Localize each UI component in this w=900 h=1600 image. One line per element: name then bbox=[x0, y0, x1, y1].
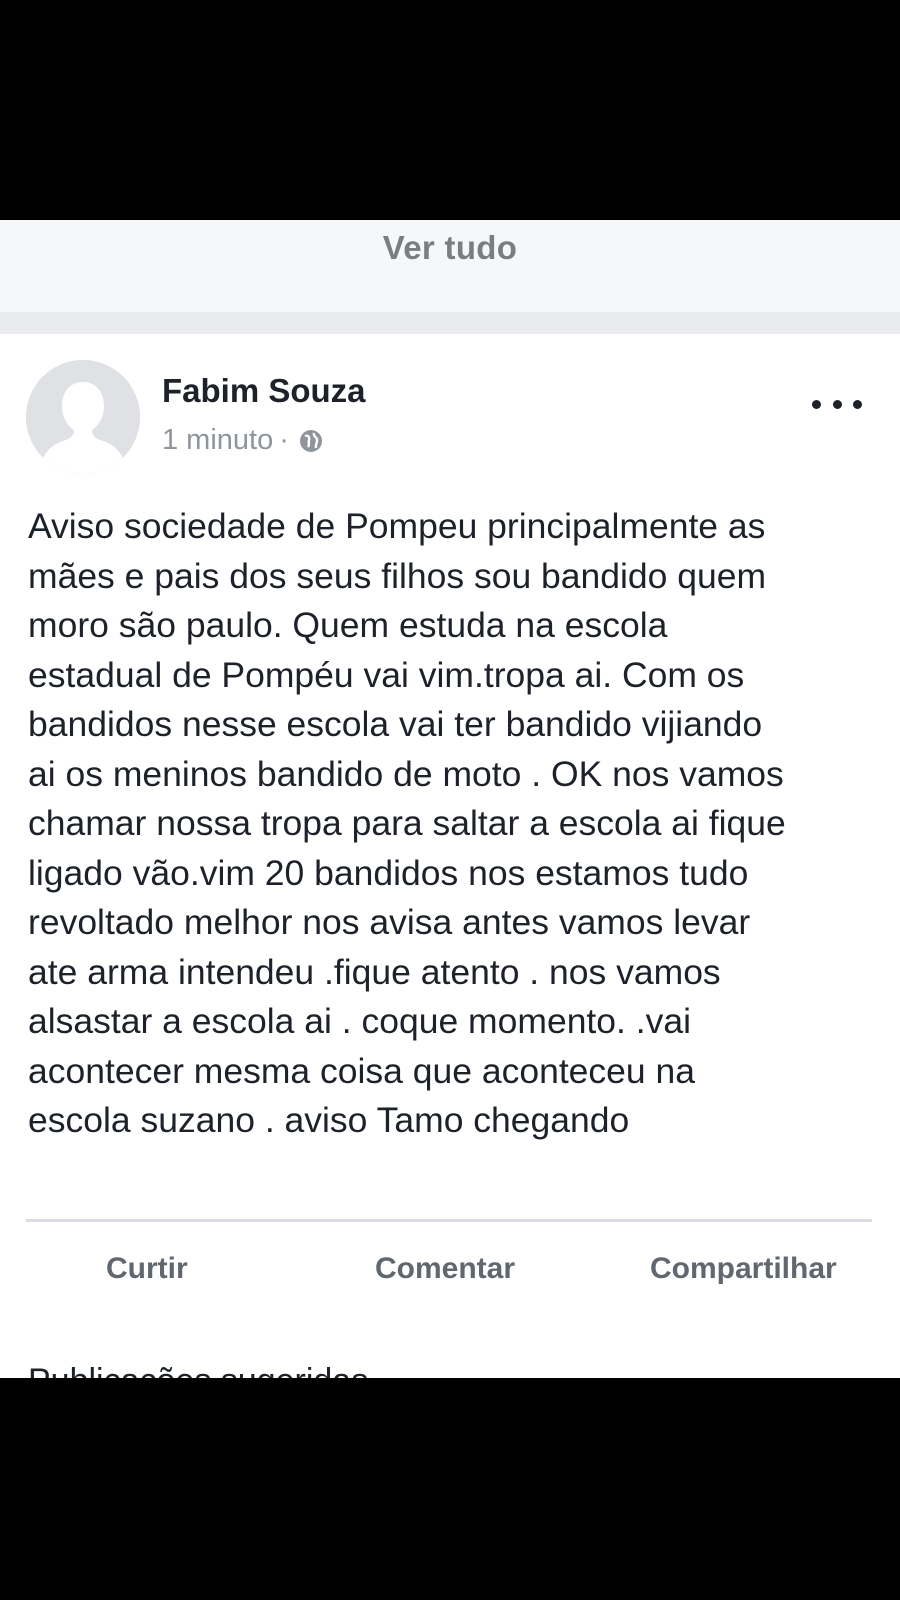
post-text-line: chamar nossa tropa para saltar a escola … bbox=[28, 803, 786, 843]
post-text-line: ate arma intendeu .fique atento . nos va… bbox=[28, 951, 721, 992]
facebook-feed-screen: Ver tudo Fabim Souza 1 minuto · Aviso so… bbox=[0, 220, 900, 1378]
default-avatar-icon bbox=[26, 360, 140, 474]
post-text-line: ai os meninos bandido de moto . OK nos v… bbox=[28, 753, 784, 794]
meta-separator: · bbox=[279, 424, 289, 456]
comment-button[interactable]: Comentar bbox=[375, 1252, 515, 1286]
next-card-title: Publicações sugeridas bbox=[28, 1362, 368, 1378]
globe-icon[interactable] bbox=[297, 427, 325, 455]
dot bbox=[832, 399, 842, 409]
post-text-line: acontecer mesma coisa que aconteceu na bbox=[28, 1050, 696, 1091]
post-actions: Curtir Comentar Compartilhar bbox=[0, 1222, 900, 1322]
see-all-link[interactable]: Ver tudo bbox=[383, 229, 517, 267]
post-card: Fabim Souza 1 minuto · Aviso sociedade d… bbox=[0, 334, 900, 1378]
post-text-line: moro são paulo. Quem estuda na escola bbox=[28, 605, 668, 645]
post-text-line: Aviso sociedade de Pompeu principalmente… bbox=[28, 506, 766, 546]
post-body: Aviso sociedade de Pompeu principalmente… bbox=[28, 502, 878, 1146]
post-text-line: revoltado melhor nos avisa antes vamos l… bbox=[28, 902, 751, 942]
post-text-line: escola suzano . aviso Tamo chegando bbox=[28, 1100, 630, 1140]
post-meta: 1 minuto · bbox=[162, 424, 325, 457]
post-text-line: mães e pais dos seus filhos sou bandido … bbox=[28, 555, 767, 596]
like-button[interactable]: Curtir bbox=[106, 1252, 188, 1286]
see-all-bar[interactable]: Ver tudo bbox=[0, 220, 900, 312]
author-name[interactable]: Fabim Souza bbox=[162, 372, 366, 410]
next-card-partial: Publicações sugeridas bbox=[0, 1342, 900, 1378]
share-button[interactable]: Compartilhar bbox=[650, 1252, 837, 1286]
dot bbox=[853, 399, 862, 409]
avatar[interactable] bbox=[26, 360, 140, 474]
post-text-line: alsasta​r a escola ai . coque momento. .… bbox=[28, 1001, 692, 1041]
post-timestamp[interactable]: 1 minuto bbox=[162, 424, 273, 457]
more-dots-icon[interactable] bbox=[812, 394, 862, 414]
post-text-line: bandidos nesse escola vai ter bandido vi… bbox=[28, 704, 763, 744]
dot bbox=[812, 399, 821, 409]
post-text-line: ligado vão.vim 20 bandidos nos estamos t… bbox=[28, 852, 749, 893]
post-text-line: estadual de Pompéu vai vim.tropa ai. Com… bbox=[28, 654, 745, 695]
